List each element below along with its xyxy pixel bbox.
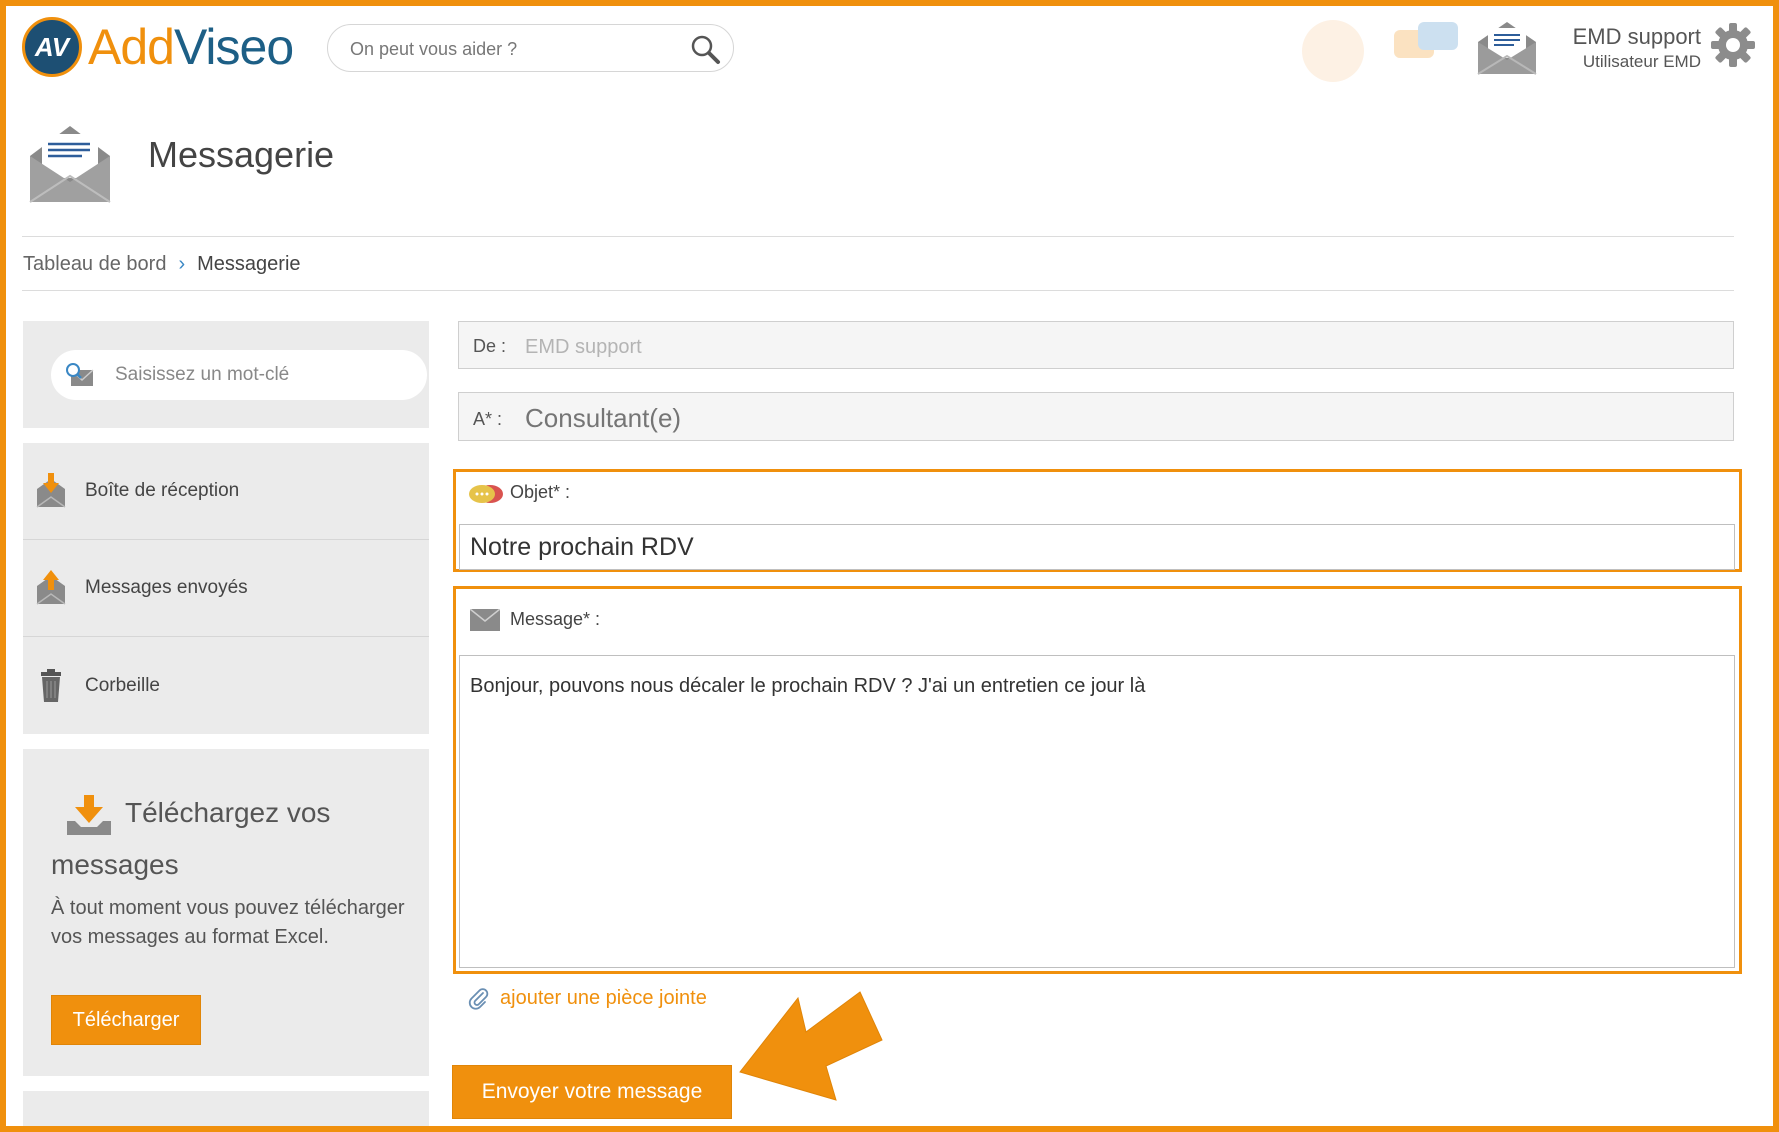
sidebar-nav: Boîte de réception Messages envoyés Corb…	[23, 443, 429, 734]
subject-section: Objet* :	[453, 469, 1742, 572]
subject-label: Objet* :	[510, 482, 571, 502]
messages-envelope-icon[interactable]	[1476, 20, 1538, 76]
sidebar-item-trash[interactable]: Corbeille	[23, 637, 429, 734]
sidebar-item-label: Messages envoyés	[85, 577, 248, 598]
subject-input[interactable]	[459, 524, 1735, 570]
logo-mark-icon: AV	[22, 17, 82, 77]
to-field: A* :	[458, 392, 1734, 441]
notification-icon[interactable]	[1302, 20, 1364, 82]
download-title: Téléchargez vos	[125, 797, 331, 828]
divider	[22, 290, 1734, 291]
add-attachment-link[interactable]: ajouter une pièce jointe	[468, 987, 707, 1010]
top-header: AV AddViseo EMD support Utilisateur EMD	[0, 0, 1779, 100]
from-field: De :	[458, 321, 1734, 369]
sidebar-item-label: Corbeille	[85, 674, 160, 696]
download-title-line2: messages	[51, 849, 179, 880]
sidebar-item-inbox[interactable]: Boîte de réception	[23, 443, 429, 540]
search-icon[interactable]	[689, 33, 721, 65]
sidebar-search	[51, 350, 427, 400]
to-input[interactable]	[525, 403, 1705, 433]
from-label: De :	[473, 336, 507, 356]
chat-icon[interactable]	[1390, 16, 1462, 76]
download-tray-icon	[67, 795, 111, 835]
pointer-arrow-icon	[739, 991, 883, 1101]
sidebar-search-input[interactable]	[115, 363, 405, 387]
message-label: Message* :	[510, 609, 601, 629]
envelope-icon	[470, 609, 500, 631]
speech-bubbles-icon	[469, 485, 503, 503]
global-search-input[interactable]	[350, 37, 670, 61]
sidebar-item-sent[interactable]: Messages envoyés	[23, 540, 429, 637]
message-section: Message* : Bonjour, pouvons nous décaler…	[453, 586, 1742, 974]
divider	[22, 236, 1734, 237]
add-attachment-label: ajouter une pièce jointe	[500, 987, 707, 1009]
breadcrumb-home-link[interactable]: Tableau de bord	[23, 253, 166, 276]
paperclip-icon	[468, 987, 489, 1010]
trash-icon	[41, 668, 61, 702]
breadcrumb-current: Messagerie	[197, 253, 301, 275]
mail-search-icon	[66, 363, 94, 386]
breadcrumb: Tableau de bord › Messagerie	[23, 253, 301, 276]
outbox-upload-icon	[36, 570, 66, 605]
logo-wordmark: AddViseo	[88, 19, 294, 75]
gear-icon[interactable]	[1710, 22, 1756, 68]
user-name[interactable]: EMD support	[1573, 24, 1701, 50]
page-title: Messagerie	[148, 134, 335, 175]
download-button[interactable]: Télécharger	[51, 995, 201, 1045]
global-search	[327, 24, 734, 72]
sidebar-next-panel	[23, 1091, 429, 1132]
send-message-button[interactable]: Envoyer votre message	[452, 1065, 732, 1119]
user-role: Utilisateur EMD	[1582, 52, 1701, 71]
message-textarea[interactable]: Bonjour, pouvons nous décaler le prochai…	[459, 655, 1735, 968]
breadcrumb-separator: ›	[178, 253, 186, 275]
download-description: À tout moment vous pouvez télécharger vo…	[51, 897, 405, 948]
messagerie-envelope-icon	[29, 126, 111, 203]
to-label: A* :	[473, 409, 503, 429]
from-input	[525, 334, 1705, 360]
inbox-download-icon	[36, 473, 66, 508]
download-panel: Téléchargez vos messages À tout moment v…	[23, 749, 429, 1076]
sidebar-item-label: Boîte de réception	[85, 480, 240, 501]
sidebar-search-panel	[23, 321, 429, 428]
addviseo-logo[interactable]: AV AddViseo	[22, 17, 294, 77]
